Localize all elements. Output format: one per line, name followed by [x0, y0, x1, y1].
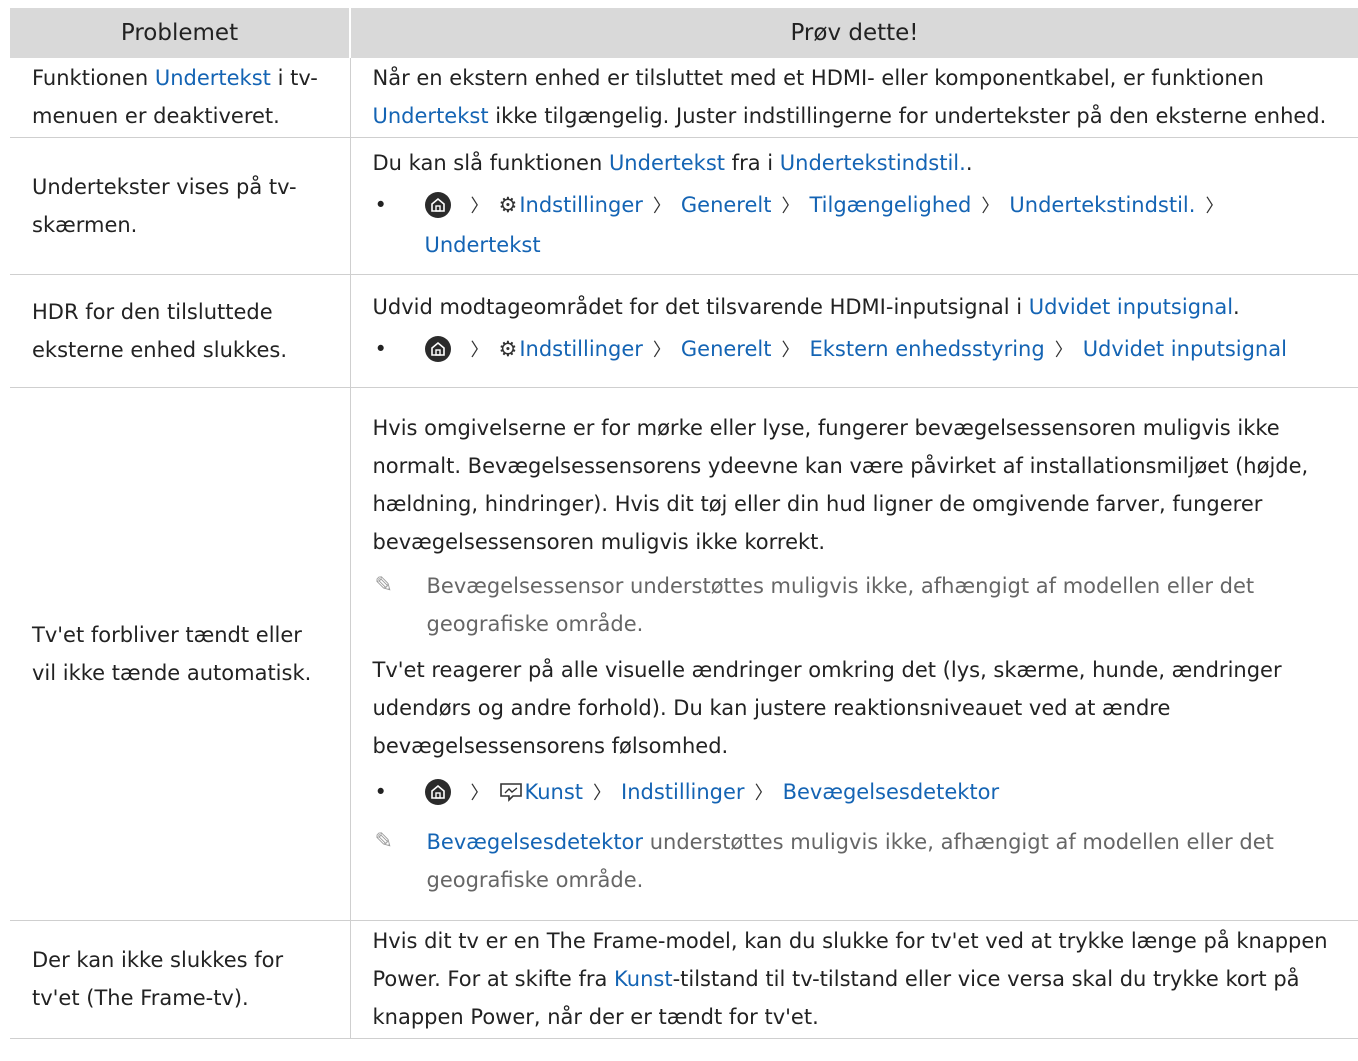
link-undertekst[interactable]: Undertekst	[155, 66, 271, 90]
solution-cell: Udvid modtageområdet for det tilsvarende…	[350, 274, 1358, 388]
paragraph: Hvis omgivelserne er for mørke eller lys…	[372, 415, 1309, 554]
chevron-right-icon: 〉	[1054, 339, 1073, 361]
chevron-right-icon: 〉	[470, 782, 489, 804]
nav-generelt[interactable]: Generelt	[681, 337, 772, 361]
chevron-right-icon: 〉	[781, 339, 800, 361]
nav-undertekstindstil[interactable]: Undertekstindstil.	[1009, 193, 1195, 217]
solution-cell: Du kan slå funktionen Undertekst fra i U…	[350, 137, 1358, 275]
text: Når en ekstern enhed er tilsluttet med e…	[372, 66, 1264, 91]
text: ikke tilgængelig. Juster indstillingerne…	[488, 104, 1327, 129]
gear-icon: ⚙	[498, 336, 518, 361]
text: .	[965, 150, 973, 175]
pencil-icon: ✎	[374, 828, 393, 854]
problem-cell: Undertekster vises på tv-skærmen.	[10, 137, 351, 275]
problem-cell: Funktionen Undertekst i tv-menuen er dea…	[10, 58, 351, 138]
link-udvidet-inputsignal[interactable]: Udvidet inputsignal	[1029, 295, 1233, 319]
home-icon	[424, 191, 451, 218]
bullet: •	[374, 192, 387, 217]
note: ✎ Bevægelsessensor understøttes muligvis…	[373, 567, 1345, 643]
bullet: •	[374, 336, 387, 361]
chevron-right-icon: 〉	[652, 195, 671, 217]
nav-kunst[interactable]: Kunst	[525, 780, 584, 804]
nav-undertekst[interactable]: Undertekst	[425, 233, 541, 257]
chevron-right-icon: 〉	[652, 339, 671, 361]
table-row: Undertekster vises på tv-skærmen. Du kan…	[10, 137, 1358, 275]
gear-icon: ⚙	[498, 192, 518, 217]
problem-cell: Der kan ikke slukkes for tv'et (The Fram…	[10, 920, 351, 1039]
table-row: Funktionen Undertekst i tv-menuen er dea…	[10, 58, 1358, 138]
nav-indstillinger[interactable]: Indstillinger	[519, 193, 643, 217]
table-row: HDR for den tilsluttede eksterne enhed s…	[10, 274, 1358, 388]
paragraph: Udvid modtageområdet for det tilsvarende…	[373, 288, 1345, 326]
nav-udvidet-inputsignal[interactable]: Udvidet inputsignal	[1083, 337, 1287, 361]
nav-bevaegelsesdetektor[interactable]: Bevægelsesdetektor	[783, 780, 1000, 804]
header-solution: Prøv dette!	[350, 8, 1358, 58]
art-frame-icon	[499, 780, 523, 804]
table-row: Tv'et forbliver tændt eller vil ikke tæn…	[10, 387, 1358, 921]
note: ✎ Bevægelsesdetektor understøttes muligv…	[373, 823, 1345, 899]
paragraph: Tv'et reagerer på alle visuelle ændringe…	[372, 657, 1282, 758]
text: fra i	[725, 150, 780, 175]
problem-cell: HDR for den tilsluttede eksterne enhed s…	[10, 274, 351, 388]
chevron-right-icon: 〉	[1205, 195, 1224, 217]
solution-cell: Når en ekstern enhed er tilsluttet med e…	[350, 58, 1358, 138]
home-icon	[424, 778, 451, 805]
link-kunst[interactable]: Kunst	[614, 967, 673, 991]
chevron-right-icon: 〉	[981, 195, 1000, 217]
pencil-icon: ✎	[374, 572, 393, 598]
chevron-right-icon: 〉	[593, 782, 612, 804]
nav-indstillinger[interactable]: Indstillinger	[519, 337, 643, 361]
text: Du kan slå funktionen	[372, 150, 609, 175]
solution-cell: Hvis dit tv er en The Frame-model, kan d…	[350, 920, 1358, 1039]
note-text: Bevægelsessensor understøttes muligvis i…	[426, 573, 1255, 636]
chevron-right-icon: 〉	[781, 195, 800, 217]
nav-generelt[interactable]: Generelt	[681, 193, 772, 217]
troubleshooting-table: Problemet Prøv dette! Funktionen Underte…	[10, 8, 1358, 1039]
home-icon	[424, 335, 451, 362]
link-bevaegelsesdetektor[interactable]: Bevægelsesdetektor	[427, 830, 644, 854]
table-header: Problemet Prøv dette!	[10, 8, 1358, 58]
text: Udvid modtageområdet for det tilsvarende…	[372, 294, 1029, 319]
paragraph: Du kan slå funktionen Undertekst fra i U…	[373, 144, 1345, 182]
bullet: •	[374, 779, 387, 804]
menu-path: • 〉 ⚙Indstillinger 〉 Generelt 〉 Tilgængelighe…	[373, 186, 1345, 264]
table-row: Der kan ikke slukkes for tv'et (The Fram…	[10, 920, 1358, 1039]
menu-path: • 〉 Kunst 〉 Indstillinger 〉 Bevægelsesdetekto…	[373, 773, 1345, 813]
solution-cell: Hvis omgivelserne er for mørke eller lys…	[350, 387, 1358, 921]
link-undertekst[interactable]: Undertekst	[373, 104, 489, 128]
chevron-right-icon: 〉	[470, 339, 489, 361]
menu-path: • 〉 ⚙Indstillinger 〉 Generelt 〉 Ekstern enhed…	[373, 330, 1345, 370]
nav-ekstern-enhedsstyring[interactable]: Ekstern enhedsstyring	[809, 337, 1044, 361]
nav-tilgaengelighed[interactable]: Tilgængelighed	[809, 193, 971, 217]
header-problem: Problemet	[10, 8, 351, 58]
link-undertekstindstil[interactable]: Undertekstindstil.	[780, 151, 966, 175]
text: Funktionen	[32, 66, 155, 91]
chevron-right-icon: 〉	[470, 195, 489, 217]
nav-indstillinger[interactable]: Indstillinger	[621, 780, 745, 804]
text: .	[1233, 294, 1240, 319]
problem-cell: Tv'et forbliver tændt eller vil ikke tæn…	[10, 387, 351, 921]
link-undertekst[interactable]: Undertekst	[609, 151, 725, 175]
chevron-right-icon: 〉	[754, 782, 773, 804]
